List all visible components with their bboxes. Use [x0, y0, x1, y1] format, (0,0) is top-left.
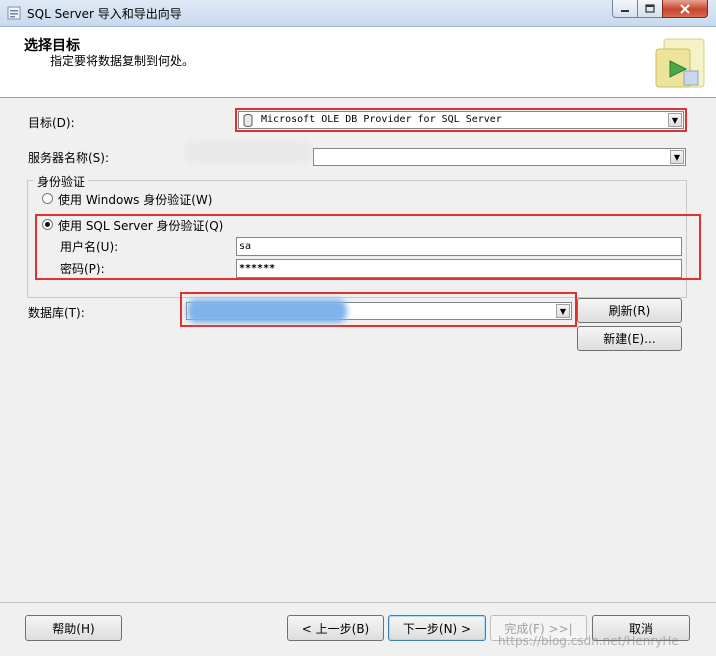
wizard-header: 选择目标 指定要将数据复制到何处。: [0, 27, 716, 98]
destination-label: 目标(D):: [28, 116, 75, 130]
authentication-legend: 身份验证: [34, 173, 89, 190]
back-button[interactable]: < 上一步(B): [287, 615, 384, 641]
sql-auth-radio[interactable]: [42, 219, 53, 230]
chevron-down-icon[interactable]: ▼: [556, 304, 570, 318]
server-name-select[interactable]: ▼: [313, 148, 686, 166]
title-bar: SQL Server 导入和导出向导: [0, 0, 716, 27]
database-label: 数据库(T):: [28, 306, 85, 320]
windows-auth-label[interactable]: 使用 Windows 身份验证(W): [58, 191, 212, 208]
footer-divider: [0, 602, 716, 603]
wizard-logo-icon: [655, 38, 705, 88]
refresh-button[interactable]: 刷新(R): [577, 298, 682, 323]
password-input[interactable]: ******: [236, 259, 682, 278]
new-database-button[interactable]: 新建(E)...: [577, 326, 682, 351]
minimize-icon: [621, 9, 629, 12]
page-subtitle: 指定要将数据复制到何处。: [50, 54, 195, 68]
server-name-label: 服务器名称(S):: [28, 151, 110, 165]
password-label: 密码(P):: [60, 262, 105, 276]
app-icon: [7, 6, 21, 20]
close-icon: [680, 3, 690, 14]
database-select[interactable]: ▼: [186, 299, 572, 323]
database-blur: [187, 299, 347, 323]
windows-auth-radio[interactable]: [42, 193, 53, 204]
window-title: SQL Server 导入和导出向导: [27, 7, 182, 21]
maximize-button[interactable]: [637, 0, 663, 18]
next-button[interactable]: 下一步(N) >: [388, 615, 486, 641]
help-button[interactable]: 帮助(H): [25, 615, 122, 641]
chevron-down-icon[interactable]: ▼: [670, 150, 684, 164]
chevron-down-icon[interactable]: ▼: [668, 113, 682, 127]
watermark-text: https://blog.csdn.net/HenryHe: [498, 634, 679, 648]
database-provider-icon: [243, 114, 253, 127]
destination-select[interactable]: Microsoft OLE DB Provider for SQL Server…: [238, 111, 684, 129]
username-input[interactable]: sa: [236, 237, 682, 256]
close-button[interactable]: [662, 0, 708, 18]
username-label: 用户名(U):: [60, 240, 119, 254]
server-name-blur: [186, 141, 311, 163]
destination-value: Microsoft OLE DB Provider for SQL Server: [261, 114, 502, 125]
minimize-button[interactable]: [612, 0, 638, 18]
sql-auth-label[interactable]: 使用 SQL Server 身份验证(Q): [58, 217, 223, 234]
maximize-icon: [645, 4, 655, 13]
